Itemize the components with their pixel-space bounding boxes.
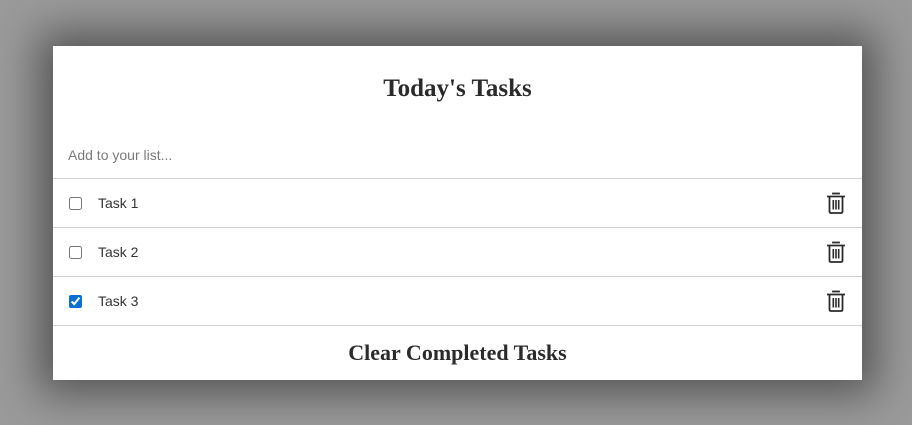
task-checkbox[interactable] xyxy=(69,245,82,259)
card-footer: Clear Completed Tasks xyxy=(53,325,862,380)
trash-icon[interactable] xyxy=(826,192,846,214)
task-list: Task 1 Task 2 Task 3 xyxy=(53,178,862,325)
task-checkbox[interactable] xyxy=(69,196,82,210)
clear-completed-button[interactable]: Clear Completed Tasks xyxy=(348,340,566,366)
add-task-input[interactable] xyxy=(53,132,862,178)
trash-icon[interactable] xyxy=(826,241,846,263)
task-label: Task 1 xyxy=(98,195,139,211)
page-title: Today's Tasks xyxy=(383,75,532,102)
task-checkbox[interactable] xyxy=(69,294,82,308)
task-label: Task 2 xyxy=(98,244,139,260)
task-item: Task 2 xyxy=(53,227,862,276)
task-card: Today's Tasks Task 1 Task 2 xyxy=(53,46,862,380)
task-label: Task 3 xyxy=(98,293,139,309)
task-item: Task 1 xyxy=(53,178,862,227)
task-item: Task 3 xyxy=(53,276,862,325)
trash-icon[interactable] xyxy=(826,290,846,312)
